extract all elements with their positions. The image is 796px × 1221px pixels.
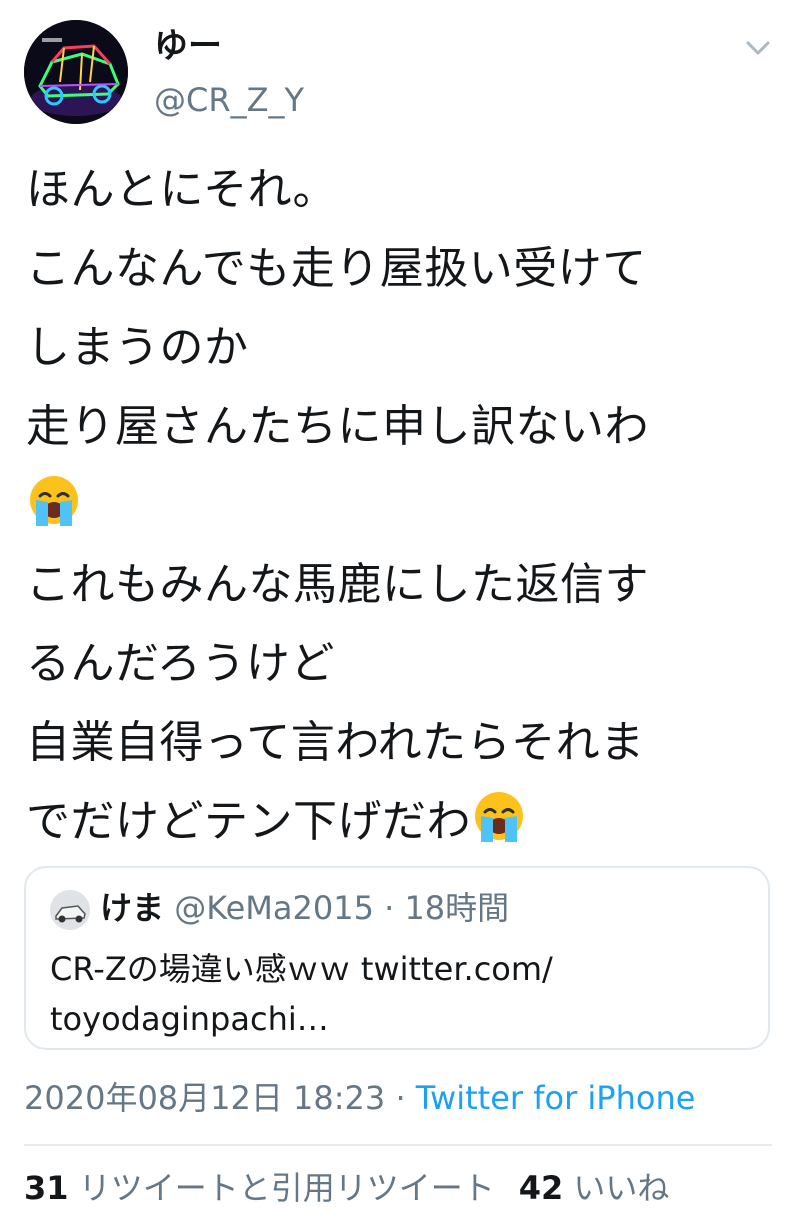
tweet-body: ほんとにそれ。 こんなんでも走り屋扱い受けて しまうのか 走り屋さんたちに申し訳… xyxy=(26,150,776,861)
quoted-text-line: CR-Zの場違い感ｗｗ twitter.com/ xyxy=(50,950,553,988)
retweets-stat[interactable]: 31 リツイートと引用リツイート xyxy=(24,1169,495,1207)
source-link[interactable]: Twitter for iPhone xyxy=(416,1079,696,1117)
tweet-line: これもみんな馬鹿にした返信す xyxy=(26,559,649,610)
tweet-line-emoji xyxy=(26,466,776,545)
quoted-text: CR-Zの場違い感ｗｗ twitter.com/ toyodaginpachi… xyxy=(50,944,750,1044)
tweet-line: こんなんでも走り屋扱い受けて xyxy=(26,243,647,294)
quoted-author-avatar[interactable] xyxy=(50,890,90,930)
tweet-line: 自業自得って言われたらそれま xyxy=(26,717,645,768)
chevron-down-icon[interactable] xyxy=(744,38,772,58)
loudly-crying-face-icon xyxy=(471,790,527,846)
separator-dot: · xyxy=(373,889,405,927)
loudly-crying-face-icon xyxy=(26,474,82,530)
tweet-line: るんだろうけど xyxy=(26,638,335,689)
quoted-author-name: けま xyxy=(100,889,165,927)
likes-stat[interactable]: 42 いいね xyxy=(519,1169,670,1207)
divider xyxy=(24,1144,772,1146)
author-name[interactable]: ゆー xyxy=(154,24,222,68)
quoted-time: 18時間 xyxy=(404,889,510,927)
separator-dot: · xyxy=(385,1079,416,1117)
quoted-tweet-card[interactable]: けま @KeMa2015 · 18時間 CR-Zの場違い感ｗｗ twitter.… xyxy=(24,866,770,1050)
tweet-line: ほんとにそれ。 xyxy=(26,164,338,215)
tweet-stats: 31 リツイートと引用リツイート 42 いいね xyxy=(24,1166,693,1210)
retweets-label: リツイートと引用リツイート xyxy=(78,1169,495,1207)
likes-count: 42 xyxy=(518,1169,564,1207)
tweet-meta: 2020年08月12日 18:23 · Twitter for iPhone xyxy=(24,1076,695,1120)
author-handle[interactable]: @CR_Z_Y xyxy=(154,78,304,122)
quoted-header: けま @KeMa2015 · 18時間 xyxy=(100,886,509,930)
timestamp[interactable]: 2020年08月12日 18:23 xyxy=(24,1079,385,1117)
tweet-line: しまうのか xyxy=(26,322,249,373)
retweets-count: 31 xyxy=(24,1169,69,1207)
tweet-line: 走り屋さんたちに申し訳ないわ xyxy=(26,401,649,452)
quoted-text-line: toyodaginpachi… xyxy=(50,1000,329,1038)
tweet-line-last: でだけどテン下げだわ xyxy=(26,782,776,861)
quoted-author-handle: @KeMa2015 xyxy=(174,889,374,927)
likes-label: いいね xyxy=(573,1169,670,1207)
tweet-line-text: でだけどテン下げだわ xyxy=(26,796,471,847)
author-avatar[interactable] xyxy=(24,20,128,124)
